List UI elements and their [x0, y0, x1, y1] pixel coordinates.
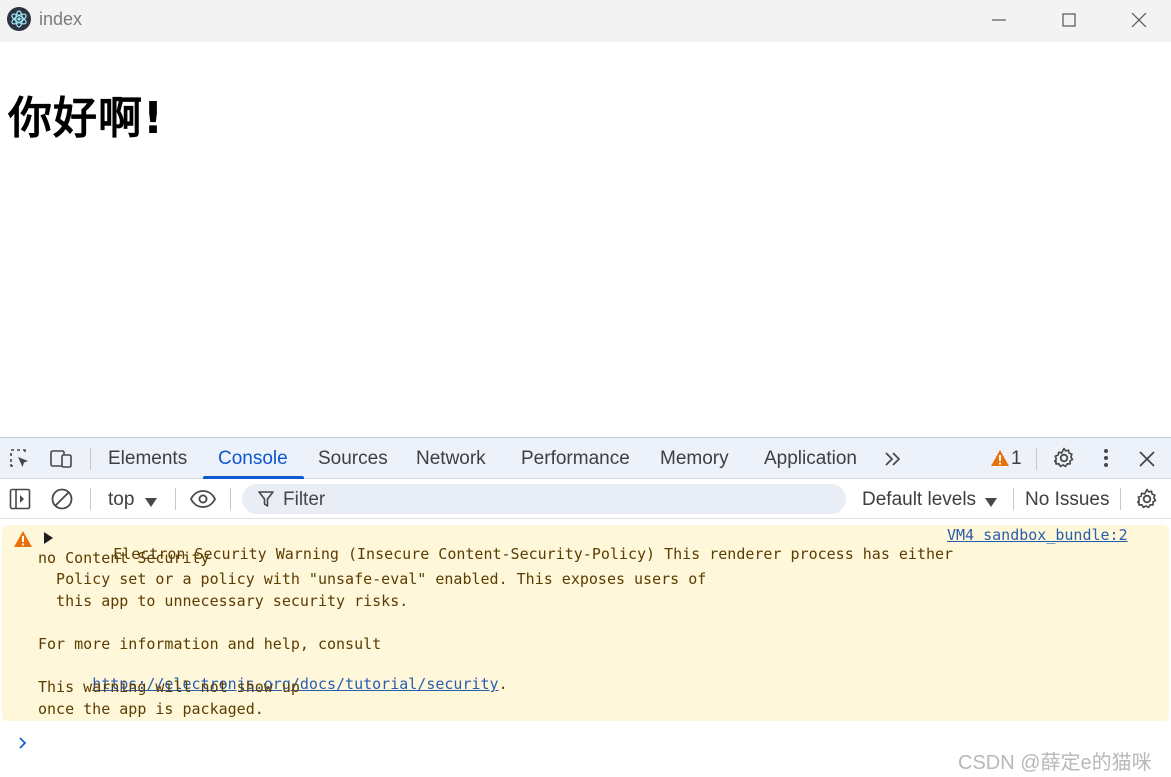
warning-count: 1: [1011, 448, 1022, 469]
console-prompt-chevron-icon[interactable]: [18, 736, 28, 755]
separator: [90, 448, 91, 470]
filter-placeholder: Filter: [283, 489, 326, 510]
electron-app-icon: [7, 7, 31, 31]
window-title: index: [39, 9, 83, 29]
tab-performance[interactable]: Performance: [521, 448, 630, 470]
inspect-element-icon[interactable]: [9, 448, 31, 475]
warning-text-line7: This warning will not show up: [38, 678, 300, 696]
maximize-button[interactable]: [1034, 0, 1104, 40]
devtools-tab-bar: Elements Console Sources Network Perform…: [0, 438, 1171, 479]
tab-console[interactable]: Console: [218, 448, 288, 470]
separator: [230, 488, 231, 510]
warning-text-line2: no Content Security: [38, 549, 210, 567]
separator: [90, 488, 91, 510]
separator: [175, 488, 176, 510]
console-toolbar: top Filter Default levels No Issues: [0, 479, 1171, 519]
link-suffix: .: [498, 675, 508, 693]
settings-gear-icon[interactable]: [1052, 446, 1076, 475]
caret-down-icon: [145, 495, 157, 513]
clear-console-icon[interactable]: [50, 487, 74, 516]
close-window-button[interactable]: [1104, 0, 1171, 40]
separator: [1036, 448, 1037, 470]
minimize-icon: [992, 19, 1006, 21]
tab-application[interactable]: Application: [764, 448, 857, 470]
tab-network[interactable]: Network: [416, 448, 486, 470]
device-toolbar-icon[interactable]: [50, 448, 74, 475]
context-selector[interactable]: top: [108, 489, 134, 511]
page-content: 你好啊!: [0, 42, 1171, 437]
minimize-button[interactable]: [964, 0, 1034, 40]
page-heading: 你好啊!: [8, 93, 165, 144]
warning-count-button[interactable]: [990, 449, 1010, 472]
expand-triangle-icon[interactable]: [44, 531, 54, 549]
separator: [1013, 488, 1014, 510]
console-warning-message: Electron Security Warning (Insecure Cont…: [2, 525, 1169, 721]
warning-text-line1: This renderer process has either: [655, 545, 954, 563]
console-settings-gear-icon[interactable]: [1135, 487, 1159, 516]
log-levels-dropdown[interactable]: Default levels: [862, 489, 976, 511]
close-icon: [1131, 12, 1147, 28]
filter-input[interactable]: Filter: [242, 484, 846, 514]
warning-triangle-icon: [13, 530, 33, 553]
separator: [1120, 488, 1121, 510]
filter-funnel-icon: [258, 491, 274, 513]
caret-down-icon: [985, 495, 997, 513]
source-location-link[interactable]: VM4 sandbox_bundle:2: [947, 526, 1128, 544]
title-bar: index: [0, 0, 1171, 42]
more-options-icon[interactable]: [1096, 447, 1116, 474]
devtools-panel: Elements Console Sources Network Perform…: [0, 437, 1171, 777]
warning-text-line4: this app to unnecessary security risks.: [38, 592, 409, 610]
more-tabs-chevron-icon[interactable]: [883, 450, 903, 473]
watermark: CSDN @薛定e的猫咪: [958, 752, 1152, 774]
issues-button[interactable]: No Issues: [1025, 489, 1109, 511]
warning-triangle-icon: [991, 450, 1009, 466]
warning-text-line3: Policy set or a policy with "unsafe-eval…: [38, 570, 707, 588]
live-expression-eye-icon[interactable]: [189, 488, 217, 515]
tab-memory[interactable]: Memory: [660, 448, 729, 470]
warning-text-line8: once the app is packaged.: [38, 700, 264, 718]
tab-elements[interactable]: Elements: [108, 448, 187, 470]
tab-sources[interactable]: Sources: [318, 448, 388, 470]
maximize-icon: [1062, 13, 1076, 27]
warning-text-line5: For more information and help, consult: [38, 635, 382, 653]
sidebar-toggle-icon[interactable]: [9, 488, 31, 515]
close-devtools-icon[interactable]: [1138, 450, 1156, 473]
